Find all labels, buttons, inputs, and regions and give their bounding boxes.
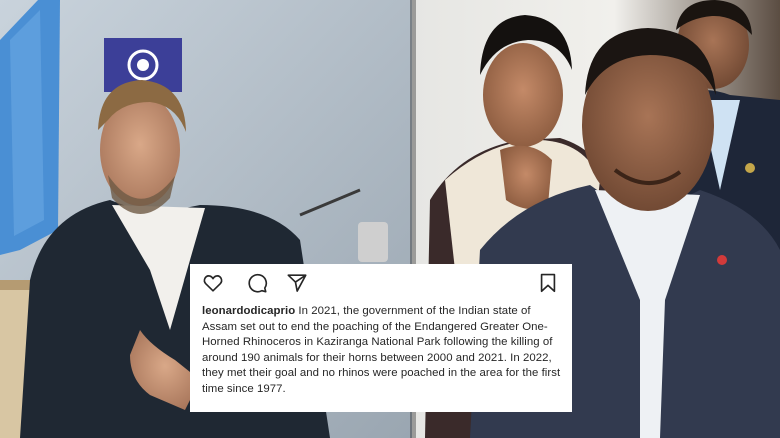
post-action-bar <box>202 272 561 298</box>
paper-plane-icon[interactable] <box>286 272 308 294</box>
post-caption: leonardodicaprio In 2021, the government… <box>202 304 561 397</box>
instagram-post-card: leonardodicaprio In 2021, the government… <box>190 264 572 412</box>
person-middle-hand <box>500 145 552 209</box>
post-username[interactable]: leonardodicaprio <box>202 305 295 317</box>
person-middle-face <box>483 43 563 147</box>
post-caption-text: In 2021, the government of the Indian st… <box>202 305 561 395</box>
news-composite-image: leonardodicaprio In 2021, the government… <box>0 0 780 438</box>
bookmark-icon[interactable] <box>537 272 559 294</box>
comment-icon[interactable] <box>246 272 268 294</box>
heart-icon[interactable] <box>202 272 224 294</box>
